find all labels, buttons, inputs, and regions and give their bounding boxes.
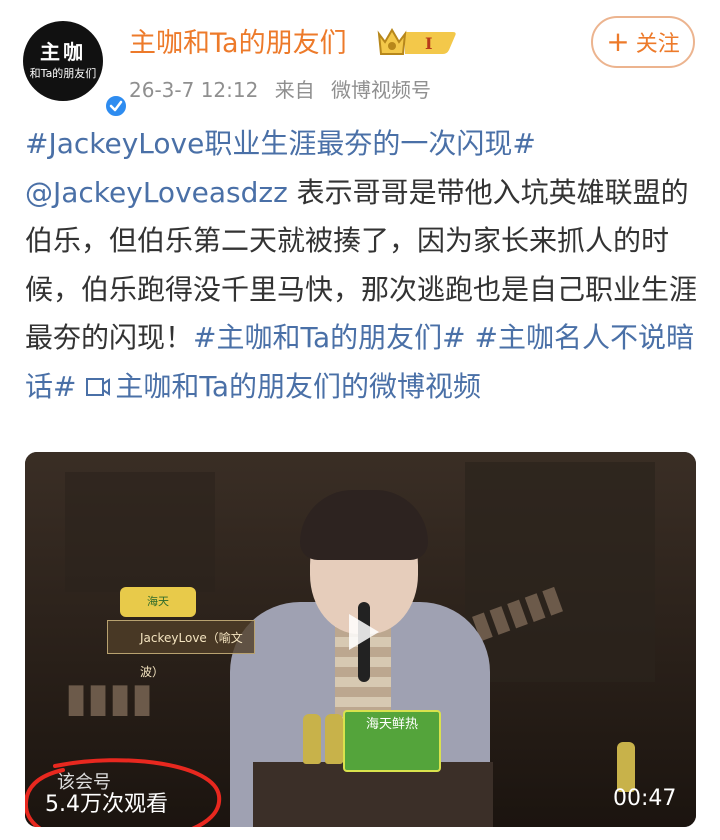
user-name[interactable]: 主咖和Ta的朋友们 — [129, 21, 347, 60]
video-link-label: 主咖和Ta的朋友们的微博视频 — [115, 369, 482, 403]
stage-panel-left — [65, 472, 215, 592]
video-link-icon — [86, 377, 111, 396]
hashtag-main[interactable]: #JackeyLove职业生涯最夯的一次闪现# — [25, 127, 536, 160]
video-player[interactable]: ▮▮▮▮ ▮▮▮▮▮ 海天鲜热 海天 JackeyLove（喻文波） 该会号 5… — [25, 452, 696, 827]
follow-button[interactable]: + 关注 — [591, 16, 695, 68]
source-prefix: 来自 — [274, 78, 315, 102]
name-plate: JackeyLove（喻文波） — [107, 620, 255, 679]
avatar-title: 主咖 — [40, 40, 86, 64]
bottle-2 — [325, 714, 343, 764]
red-circle-annotation — [25, 758, 222, 827]
play-icon[interactable] — [337, 608, 385, 656]
brand-mini-logo: 海天 — [120, 587, 196, 617]
hashtag-friends[interactable]: #主咖和Ta的朋友们# — [193, 321, 466, 354]
avatar[interactable]: 主咖 和Ta的朋友们 — [23, 21, 129, 119]
verified-icon — [103, 93, 129, 119]
source-label[interactable]: 微博视频号 — [331, 78, 431, 102]
bottle-3 — [617, 742, 635, 792]
crown-badge-icon: I — [377, 28, 456, 55]
post-text: #JackeyLove职业生涯最夯的一次闪现# @JackeyLoveasdzz… — [25, 120, 700, 411]
badge-level: I — [425, 34, 432, 53]
video-duration: 00:47 — [613, 786, 677, 811]
mention-link[interactable]: @JackeyLoveasdzz — [25, 176, 288, 209]
video-link[interactable]: 主咖和Ta的朋友们的微博视频 — [85, 370, 481, 403]
follow-label: 关注 — [635, 32, 680, 57]
timestamp: 26-3-7 12:12 — [129, 78, 259, 102]
post-meta: 26-3-7 12:12 来自 微博视频号 — [129, 74, 441, 103]
stage-panel-right — [465, 462, 655, 682]
sponsor-label: 海天鲜热 — [365, 717, 418, 732]
post-header: 主咖 和Ta的朋友们 主咖和Ta的朋友们 I 26-3-7 12:12 来自 微… — [0, 0, 720, 119]
plus-icon: + — [606, 25, 630, 58]
bottle-1 — [303, 714, 321, 764]
avatar-subtitle: 和Ta的朋友们 — [29, 67, 97, 80]
sponsor-box: 海天鲜热 — [343, 710, 441, 772]
